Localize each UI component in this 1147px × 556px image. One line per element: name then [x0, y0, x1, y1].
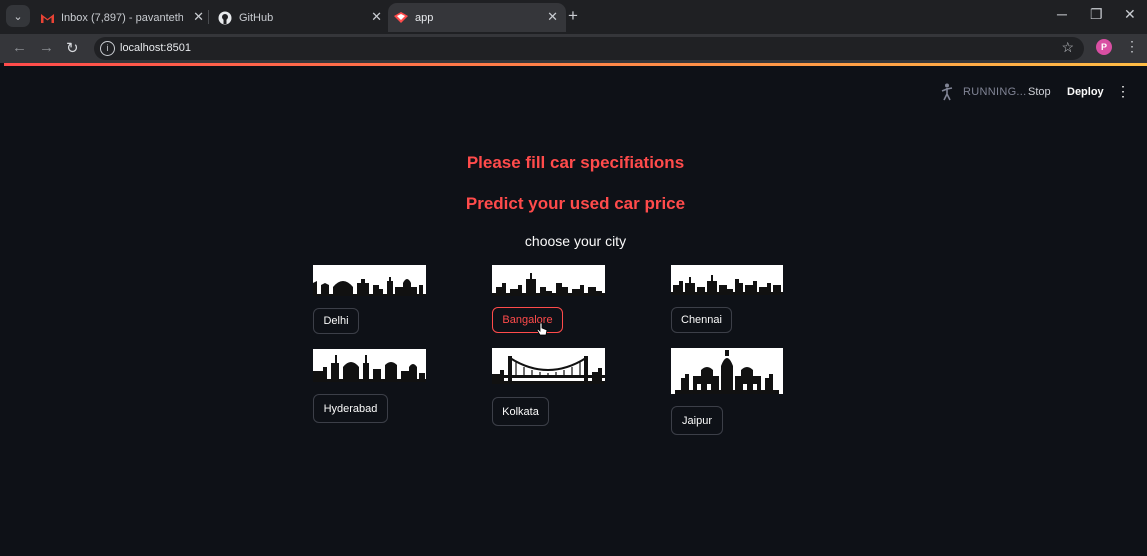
url-text[interactable]: localhost:8501	[120, 42, 191, 54]
site-info-icon[interactable]: i	[100, 41, 115, 56]
delhi-skyline-image	[313, 265, 426, 296]
city-button-kolkata[interactable]: Kolkata	[492, 397, 549, 426]
tab-separator	[208, 10, 209, 24]
tab-github[interactable]: GitHub ✕	[212, 3, 390, 32]
new-tab-icon[interactable]: +	[568, 6, 578, 26]
window-close-icon[interactable]: ✕	[1124, 6, 1136, 23]
heading-predict-price: Predict your used car price	[465, 194, 686, 213]
hyderabad-skyline-image	[313, 349, 426, 382]
close-tab-icon[interactable]: ✕	[193, 9, 204, 25]
deploy-button[interactable]: Deploy	[1067, 86, 1104, 98]
restore-icon[interactable]: ❐	[1090, 6, 1103, 23]
forward-icon[interactable]: →	[39, 39, 54, 56]
gmail-icon	[40, 11, 54, 25]
stop-button[interactable]: Stop	[1028, 86, 1051, 98]
address-bar[interactable]: i localhost:8501 ☆	[94, 37, 1084, 60]
choose-city-label: choose your city	[524, 233, 627, 249]
back-icon[interactable]: ←	[12, 39, 27, 56]
city-button-delhi[interactable]: Delhi	[313, 308, 359, 334]
app-menu-icon[interactable]: ⋮	[1116, 83, 1130, 100]
github-icon	[218, 11, 232, 25]
tab-title: GitHub	[239, 11, 274, 24]
city-button-chennai[interactable]: Chennai	[671, 307, 732, 333]
city-button-jaipur[interactable]: Jaipur	[671, 406, 723, 435]
profile-avatar[interactable]: P	[1096, 39, 1112, 55]
mouse-pointer-icon	[536, 322, 548, 336]
browser-tab-strip: ⌄ Inbox (7,897) - pavantethavath ✕ GitHu…	[0, 0, 1147, 34]
chennai-skyline-image	[671, 265, 783, 295]
city-button-bangalore[interactable]: Bangalore	[492, 307, 563, 333]
jaipur-skyline-image	[671, 348, 783, 394]
minimize-icon[interactable]: ─	[1057, 6, 1067, 22]
tab-search-dropdown-icon[interactable]: ⌄	[6, 5, 30, 27]
bookmark-star-icon[interactable]: ☆	[1061, 39, 1074, 56]
reload-icon[interactable]: ↻	[66, 39, 79, 57]
close-tab-icon[interactable]: ✕	[371, 9, 382, 25]
close-tab-icon[interactable]: ✕	[547, 9, 558, 25]
browser-toolbar: ← → ↻ i localhost:8501 ☆	[0, 34, 1147, 63]
app-main	[4, 66, 1147, 556]
kolkata-skyline-image	[492, 348, 605, 384]
running-man-icon	[941, 83, 953, 101]
tab-gmail[interactable]: Inbox (7,897) - pavantethavath ✕	[34, 3, 212, 32]
tab-app[interactable]: app ✕	[388, 3, 566, 32]
bangalore-skyline-image	[492, 265, 605, 296]
tab-title: app	[415, 11, 434, 24]
browser-menu-icon[interactable]: ⋮	[1125, 38, 1139, 55]
city-button-hyderabad[interactable]: Hyderabad	[313, 394, 388, 423]
tab-title: Inbox (7,897) - pavantethavath	[61, 11, 183, 24]
running-status: RUNNING...	[963, 86, 1027, 98]
heading-fill-specifications: Please fill car specifiations	[466, 153, 685, 172]
streamlit-icon	[394, 11, 408, 25]
